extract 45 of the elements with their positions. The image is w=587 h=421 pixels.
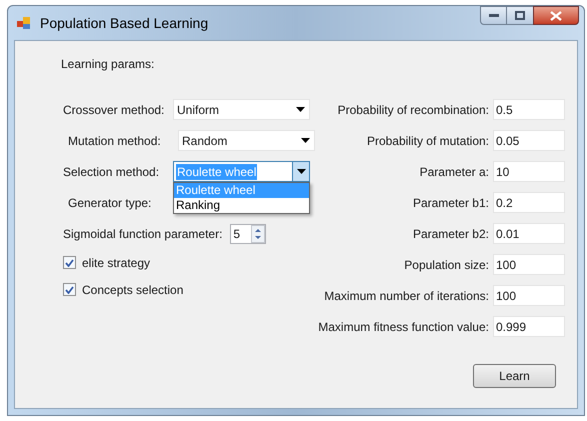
- input-field[interactable]: 0.05: [493, 130, 565, 151]
- field-label: Probability of recombination:: [338, 102, 489, 118]
- check-icon: [65, 286, 74, 294]
- input-field[interactable]: 100: [493, 285, 565, 306]
- close-icon: [550, 10, 562, 20]
- checkbox-label: Concepts selection: [82, 282, 184, 298]
- input-field[interactable]: 10: [493, 161, 565, 182]
- minimize-button[interactable]: [480, 6, 507, 25]
- spin-box[interactable]: 5: [230, 224, 266, 244]
- input-field[interactable]: 0.2: [493, 192, 565, 213]
- input-field[interactable]: 100: [493, 254, 565, 275]
- dropdown-option[interactable]: Ranking: [174, 198, 309, 213]
- field-label: Sigmoidal function parameter:: [63, 226, 222, 242]
- check-icon: [65, 258, 74, 266]
- close-button[interactable]: [533, 6, 579, 25]
- dropdown-arrow-icon: [296, 169, 306, 174]
- field-label: Mutation method:: [68, 132, 162, 150]
- field-label: Parameter b2:: [412, 226, 489, 242]
- checkbox[interactable]: [63, 283, 76, 296]
- spin-arrows-icon: [251, 224, 266, 242]
- field-label: Parameter a:: [420, 164, 489, 180]
- maximize-button[interactable]: [507, 6, 533, 25]
- field-label: Population size:: [404, 256, 489, 274]
- input-field[interactable]: 0.999: [493, 316, 565, 337]
- input-field[interactable]: 0.01: [493, 223, 565, 244]
- dropdown-arrow-icon: [301, 138, 310, 143]
- maximize-icon: [515, 11, 525, 20]
- checkbox-label: elite strategy: [82, 254, 150, 272]
- field-label: Parameter b1:: [412, 194, 489, 212]
- field-label: Crossover method:: [63, 102, 166, 118]
- section-label: Learning params:: [61, 56, 156, 73]
- dropdown-arrow-icon: [296, 107, 305, 112]
- checkbox[interactable]: [63, 256, 76, 269]
- dropdown[interactable]: Uniform: [173, 99, 310, 120]
- field-label: Probability of mutation:: [366, 132, 489, 150]
- field-label: Maximum fitness function value:: [318, 318, 489, 336]
- minimize-icon: [488, 14, 498, 18]
- input-field[interactable]: 0.5: [493, 99, 565, 120]
- window-title: Population Based Learning: [40, 14, 208, 33]
- learn-button[interactable]: Learn: [473, 364, 556, 388]
- field-label: Generator type:: [68, 194, 152, 212]
- app-icon: [16, 15, 32, 31]
- field-label: Selection method:: [63, 164, 160, 180]
- field-label: Maximum number of iterations:: [324, 288, 489, 304]
- dropdown[interactable]: Random: [178, 130, 315, 151]
